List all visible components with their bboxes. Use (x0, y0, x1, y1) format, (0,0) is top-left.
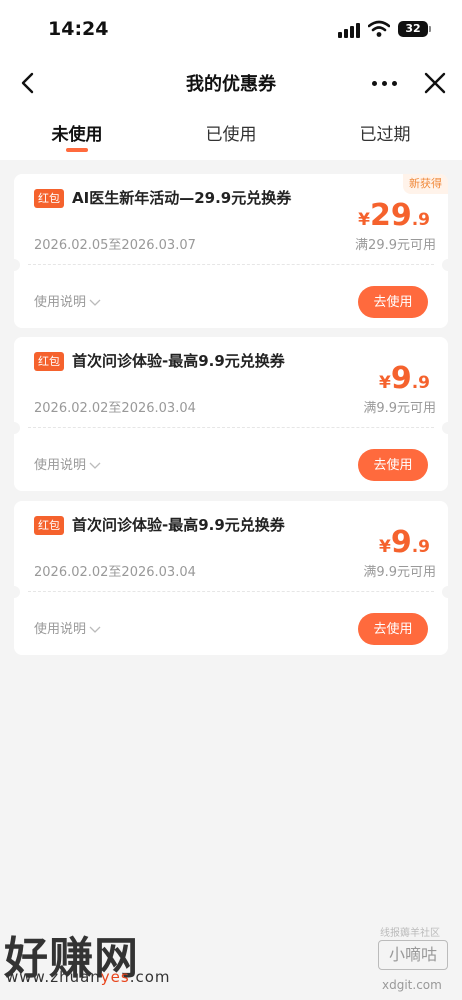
usage-instructions-toggle[interactable]: 使用说明 (34, 618, 101, 637)
usage-instructions-toggle[interactable]: 使用说明 (34, 291, 101, 310)
instructions-label: 使用说明 (34, 622, 87, 637)
tab-unused[interactable]: 未使用 (17, 120, 137, 145)
amount-integer: 29 (369, 198, 412, 233)
currency-symbol: ¥ (378, 537, 391, 557)
coupon-card: 红包 首次问诊体验-最高9.9元兑换券 ¥9.9 2026.02.02至2026… (8, 501, 454, 655)
watermark-box: 小嘀咕 (378, 940, 448, 970)
card-divider (28, 427, 434, 428)
coupon-title: AI医生新年活动—29.9元兑换券 (72, 189, 292, 207)
usage-instructions-toggle[interactable]: 使用说明 (34, 454, 101, 473)
coupon-amount: ¥9.9 (379, 525, 430, 560)
usage-threshold: 满9.9元可用 (363, 401, 436, 416)
watermark-url-prefix: www.zhuan (6, 968, 101, 986)
watermark-url-highlight: yes (100, 968, 130, 986)
close-icon[interactable] (420, 68, 450, 98)
coupon-amount: ¥9.9 (379, 361, 430, 396)
use-coupon-button[interactable]: 去使用 (358, 449, 428, 481)
new-badge: 新获得 (403, 174, 448, 194)
watermark-subtitle: 线报薅羊社区 (380, 928, 440, 939)
coupon-card: 红包 AI医生新年活动—29.9元兑换券 新获得 ¥29.9 2026.02.0… (8, 174, 454, 328)
amount-integer: 9 (390, 361, 412, 396)
status-time: 14:24 (48, 18, 109, 40)
tab-used[interactable]: 已使用 (171, 120, 291, 145)
chevron-down-icon (89, 626, 101, 633)
coupon-amount: ¥29.9 (358, 198, 430, 233)
watermark-url: www.zhuanyes.com (6, 968, 171, 986)
card-notch (442, 259, 454, 271)
card-notch (8, 586, 20, 598)
status-bar: 14:24 32 (0, 0, 462, 60)
card-notch (8, 422, 20, 434)
coupon-card: 红包 首次问诊体验-最高9.9元兑换券 ¥9.9 2026.02.02至2026… (8, 337, 454, 491)
coupon-tag: 红包 (34, 189, 64, 208)
card-notch (442, 586, 454, 598)
validity-period: 2026.02.02至2026.03.04 (34, 401, 196, 416)
card-divider (28, 264, 434, 265)
amount-decimal: .9 (411, 537, 430, 557)
cellular-signal-icon (338, 22, 362, 38)
more-dots-icon[interactable] (368, 68, 402, 98)
coupon-tag: 红包 (34, 516, 64, 535)
nav-bar: 我的优惠券 (0, 60, 462, 106)
coupon-tabs: 未使用 已使用 已过期 (0, 112, 462, 156)
wifi-icon (368, 20, 390, 37)
validity-period: 2026.02.02至2026.03.04 (34, 565, 196, 580)
amount-integer: 9 (390, 525, 412, 560)
coupon-title: 首次问诊体验-最高9.9元兑换券 (72, 516, 285, 534)
use-coupon-button[interactable]: 去使用 (358, 286, 428, 318)
currency-symbol: ¥ (378, 373, 391, 393)
amount-decimal: .9 (411, 373, 430, 393)
usage-threshold: 满9.9元可用 (363, 565, 436, 580)
chevron-down-icon (89, 299, 101, 306)
watermark-url-suffix: .com (129, 968, 171, 986)
amount-decimal: .9 (411, 210, 430, 230)
instructions-label: 使用说明 (34, 458, 87, 473)
validity-period: 2026.02.05至2026.03.07 (34, 238, 196, 253)
currency-symbol: ¥ (358, 210, 370, 230)
card-notch (8, 259, 20, 271)
instructions-label: 使用说明 (34, 295, 87, 310)
battery-indicator: 32 (398, 21, 431, 37)
card-notch (442, 422, 454, 434)
use-coupon-button[interactable]: 去使用 (358, 613, 428, 645)
tab-expired[interactable]: 已过期 (325, 120, 445, 145)
active-tab-indicator (66, 148, 88, 152)
usage-threshold: 满29.9元可用 (355, 238, 436, 253)
chevron-down-icon (89, 462, 101, 469)
card-divider (28, 591, 434, 592)
watermark-domain: xdgit.com (382, 978, 442, 992)
coupon-title: 首次问诊体验-最高9.9元兑换券 (72, 352, 285, 370)
top-area: 14:24 32 我的优惠券 未使用 已使用 已过期 (0, 0, 462, 160)
coupon-tag: 红包 (34, 352, 64, 371)
